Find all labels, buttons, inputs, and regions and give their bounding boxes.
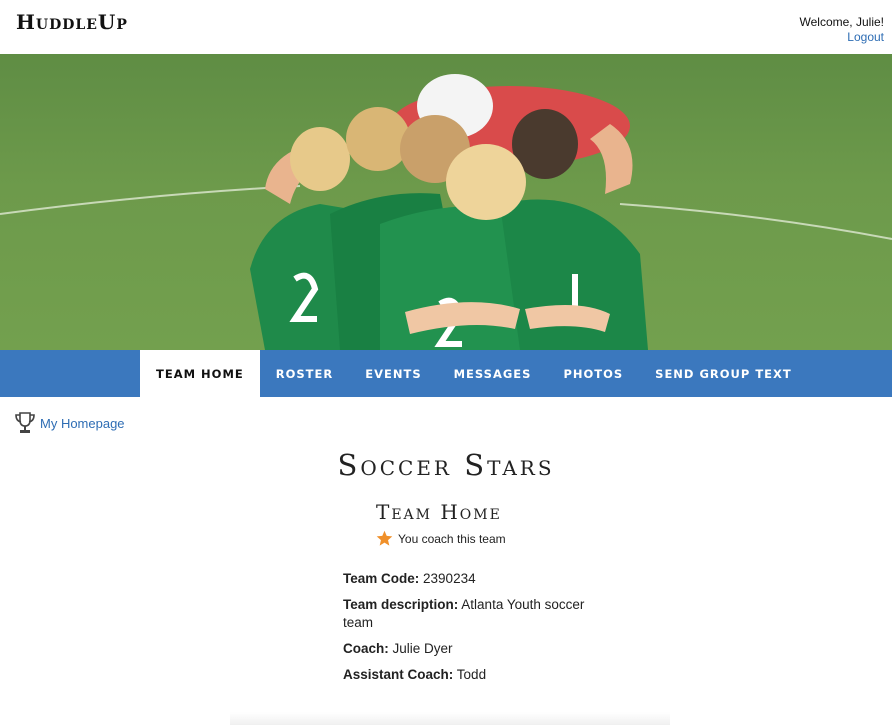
section-title: Team Home	[376, 500, 502, 524]
star-icon	[376, 530, 393, 546]
coach-status: You coach this team	[376, 530, 506, 547]
team-details: Team Code: 2390234 Team description: Atl…	[343, 570, 593, 692]
tab-send-group-text[interactable]: Send Group Text	[639, 350, 808, 397]
detail-team-description: Team description: Atlanta Youth soccer t…	[343, 596, 593, 632]
detail-value: Todd	[456, 667, 487, 682]
detail-team-code: Team Code: 2390234	[343, 570, 593, 588]
detail-label: Team description:	[343, 597, 459, 612]
app-logo[interactable]: HuddleUp	[16, 10, 128, 34]
tab-roster[interactable]: Roster	[260, 350, 349, 397]
detail-label: Assistant Coach:	[343, 667, 454, 682]
detail-value: Julie Dyer	[392, 641, 453, 656]
tab-photos[interactable]: Photos	[547, 350, 639, 397]
logout-link[interactable]: Logout	[847, 30, 884, 44]
team-nav-tabs: Team Home Roster Events Messages Photos …	[140, 350, 808, 397]
tab-messages[interactable]: Messages	[438, 350, 548, 397]
detail-value: 2390234	[423, 571, 476, 586]
detail-coach: Coach: Julie Dyer	[343, 640, 593, 658]
my-homepage-link[interactable]: My Homepage	[14, 411, 125, 435]
content-bottom-shadow	[230, 712, 670, 725]
detail-label: Coach:	[343, 641, 389, 656]
detail-label: Team Code:	[343, 571, 420, 586]
coach-status-text: You coach this team	[398, 531, 506, 546]
detail-assistant-coach: Assistant Coach: Todd	[343, 666, 593, 684]
my-homepage-label: My Homepage	[40, 415, 125, 431]
team-huddle-photo	[0, 74, 892, 350]
app-header: HuddleUp Welcome, Julie! Logout	[0, 0, 892, 54]
team-name-heading: Soccer Stars	[337, 448, 555, 482]
trophy-icon	[15, 412, 35, 433]
team-nav-bar: Team Home Roster Events Messages Photos …	[0, 350, 892, 397]
user-welcome: Welcome, Julie! Logout	[800, 15, 884, 45]
tab-team-home[interactable]: Team Home	[140, 350, 260, 397]
welcome-text: Welcome, Julie!	[799, 15, 884, 29]
team-banner-image	[0, 54, 892, 350]
tab-events[interactable]: Events	[349, 350, 437, 397]
